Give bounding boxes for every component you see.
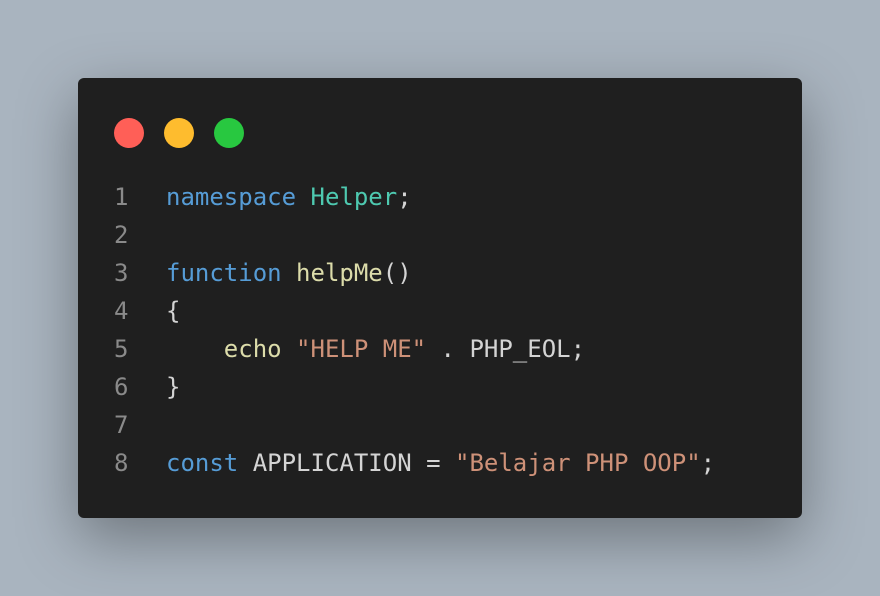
code-line: 4{	[78, 292, 802, 330]
code-text: {	[166, 292, 180, 330]
code-token: APPLICATION =	[238, 449, 455, 477]
code-line: 6}	[78, 368, 802, 406]
minimize-dot-icon[interactable]	[164, 118, 194, 148]
code-token: namespace	[166, 183, 297, 211]
line-number: 6	[114, 373, 129, 401]
code-text: }	[166, 368, 180, 406]
line-number: 8	[114, 449, 129, 477]
code-token: const	[166, 449, 239, 477]
code-line: 8 const APPLICATION = "Belajar PHP OOP";	[78, 444, 802, 482]
code-token: }	[166, 373, 181, 401]
code-token: ;	[700, 449, 716, 477]
code-text: const APPLICATION = "Belajar PHP OOP";	[166, 444, 715, 482]
code-line: 5 echo "HELP ME" . PHP_EOL;	[78, 330, 802, 368]
line-number: 2	[114, 221, 129, 249]
code-window: 1 namespace Helper; 2 3 function helpMe() 4{5…	[78, 78, 802, 518]
code-text: namespace Helper;	[166, 178, 412, 216]
code-line: 2	[78, 216, 802, 254]
code-token: . PHP_EOL;	[426, 335, 586, 363]
maximize-dot-icon[interactable]	[214, 118, 244, 148]
code-token: "HELP ME"	[296, 335, 427, 363]
code-text: echo "HELP ME" . PHP_EOL;	[166, 330, 585, 368]
code-token: Helper	[310, 183, 398, 211]
code-block: 1 namespace Helper; 2 3 function helpMe() 4{5…	[78, 178, 802, 482]
code-token: helpMe	[296, 259, 383, 287]
code-text: function helpMe()	[166, 254, 412, 292]
line-number: 7	[114, 411, 129, 439]
code-token: echo	[223, 335, 282, 363]
code-token: ;	[397, 183, 412, 211]
line-number: 1	[114, 183, 129, 211]
line-number: 4	[114, 297, 129, 325]
code-token: function	[166, 259, 282, 287]
line-number: 5	[114, 335, 129, 363]
code-line: 7	[78, 406, 802, 444]
close-dot-icon[interactable]	[114, 118, 144, 148]
code-token: {	[166, 297, 181, 325]
code-line: 1 namespace Helper;	[78, 178, 802, 216]
code-line: 3 function helpMe()	[78, 254, 802, 292]
code-token: ()	[382, 259, 412, 287]
code-token: "Belajar PHP OOP"	[455, 449, 701, 477]
line-number: 3	[114, 259, 129, 287]
